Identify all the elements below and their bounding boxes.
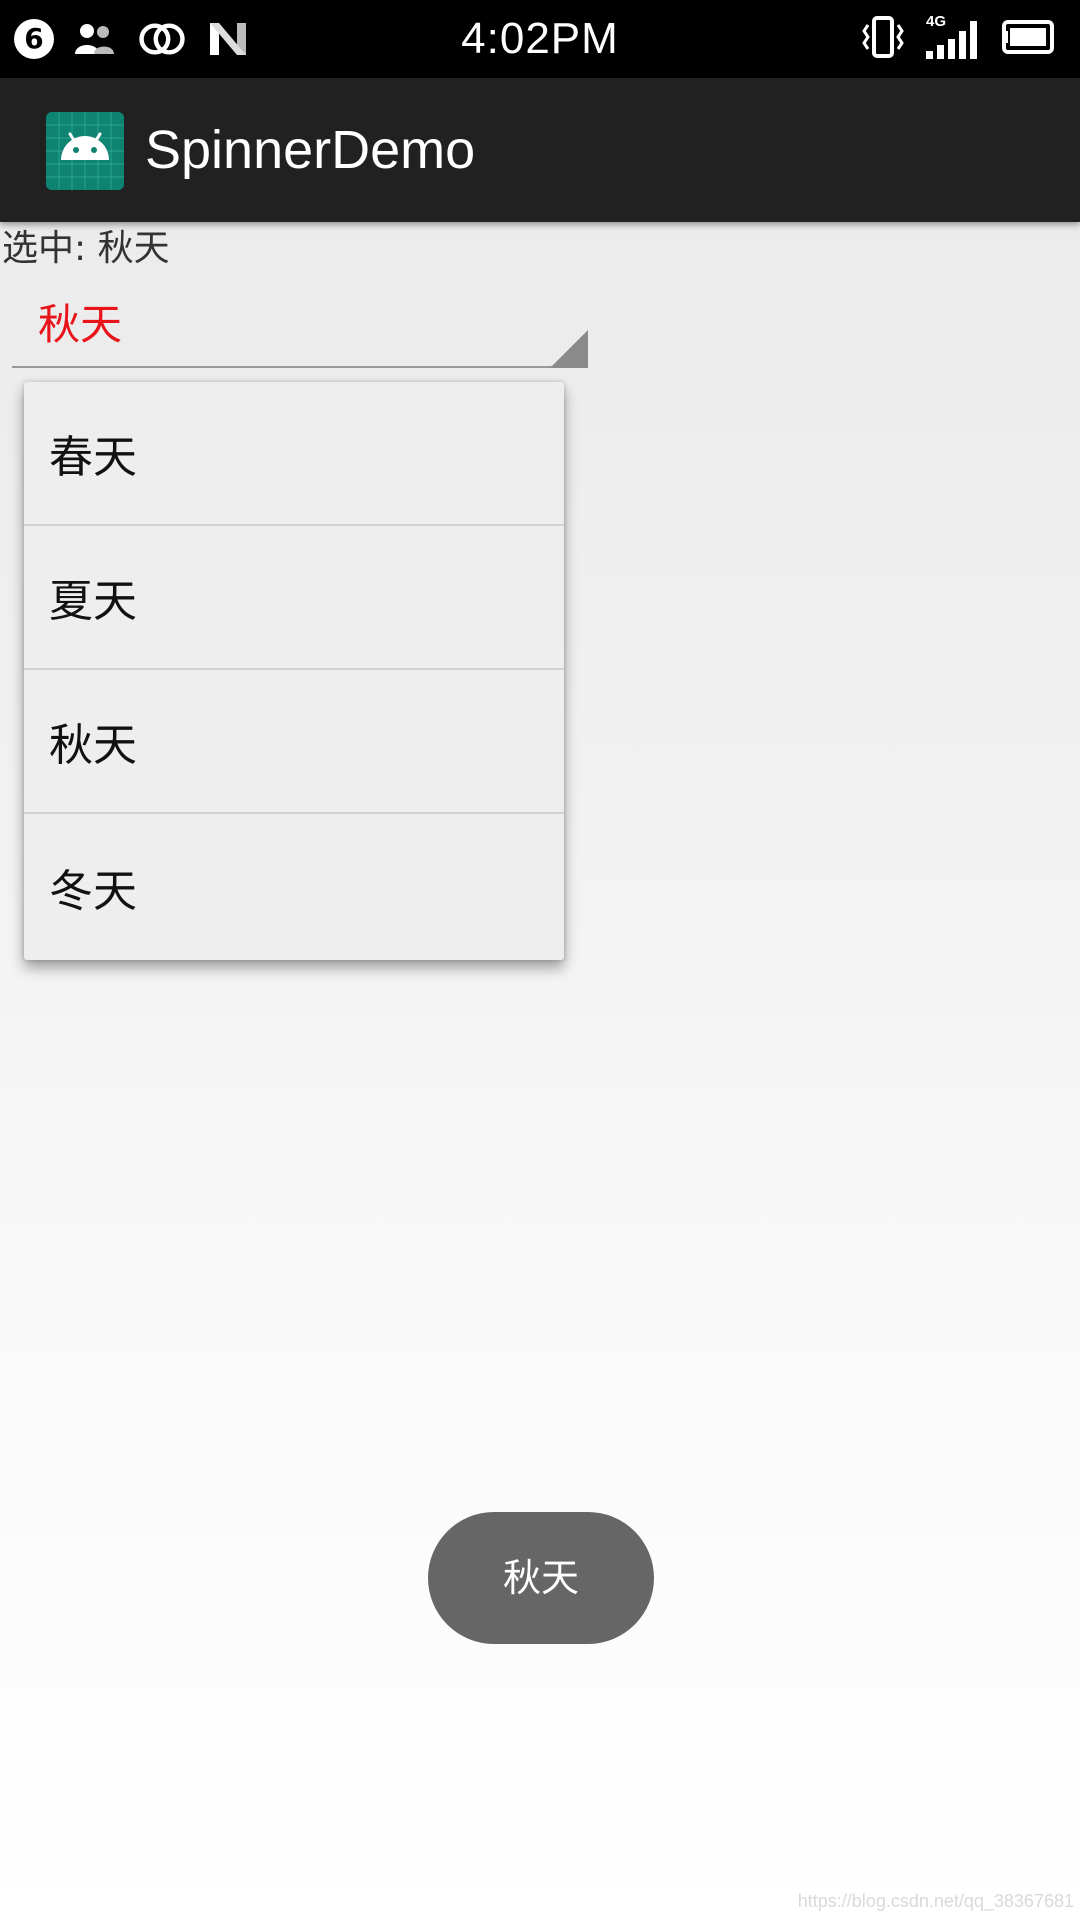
signal-icon	[926, 21, 977, 59]
dropdown-item-label: 春天	[49, 432, 137, 483]
vibrate-icon	[860, 15, 906, 63]
toast-message: 秋天	[428, 1512, 654, 1644]
status-bar-right: 4G	[842, 13, 1060, 64]
spinner-dropdown-arrow-icon	[550, 330, 588, 368]
cell-signal: 4G	[924, 13, 984, 61]
dropdown-item-spring[interactable]: 春天	[24, 382, 564, 526]
dropdown-item-label: 秋天	[49, 720, 137, 771]
dropdown-item-autumn[interactable]: 秋天	[24, 670, 564, 814]
dropdown-item-winter[interactable]: 冬天	[24, 814, 564, 960]
spinner-selected-value: 秋天	[38, 300, 123, 349]
app-title: SpinnerDemo	[145, 120, 476, 180]
spinner-dropdown-list: 春天 夏天 秋天 冬天	[24, 382, 564, 960]
android-app-icon	[46, 112, 124, 190]
action-bar: SpinnerDemo	[0, 78, 1080, 222]
season-spinner[interactable]: 秋天	[12, 290, 588, 368]
spinner-underline	[12, 366, 588, 368]
dropdown-item-summer[interactable]: 夏天	[24, 526, 564, 670]
selected-label: 选中: 秋天	[2, 228, 170, 269]
status-bar: 6 4:02PM 4G	[0, 0, 1080, 78]
dropdown-item-label: 夏天	[49, 576, 137, 627]
watermark: https://blog.csdn.net/qq_38367681	[797, 1891, 1074, 1911]
battery-icon	[1002, 19, 1060, 59]
dropdown-item-label: 冬天	[49, 866, 137, 917]
